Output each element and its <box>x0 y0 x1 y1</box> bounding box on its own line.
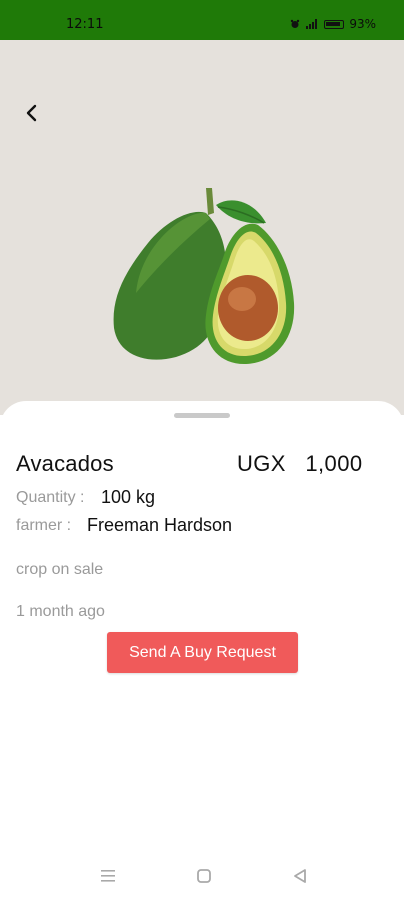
status-bar: 12:11 93% <box>0 0 404 40</box>
farmer-name: Freeman Hardson <box>87 515 233 535</box>
avocado-image <box>113 188 295 365</box>
quantity-value: 100 kg <box>101 487 156 507</box>
back-triangle-icon[interactable] <box>290 866 310 886</box>
send-buy-request-button[interactable]: Send A Buy Request <box>107 632 298 673</box>
posted-time: 1 month ago <box>16 603 105 620</box>
farmer-label: farmer : <box>16 517 72 534</box>
signal-icon <box>306 19 318 29</box>
product-name: Avacados <box>16 451 114 476</box>
system-nav-bar <box>0 860 404 900</box>
alarm-icon <box>291 19 300 28</box>
product-price: UGX 1,000 <box>237 451 363 476</box>
quantity-label: Quantity : <box>16 489 85 506</box>
status-icons: 93% <box>290 17 376 31</box>
back-button[interactable] <box>20 101 44 125</box>
product-description: crop on sale <box>16 561 104 578</box>
menu-icon[interactable] <box>98 866 118 886</box>
product-hero <box>0 40 404 415</box>
details-sheet: Avacados UGX 1,000 Quantity : 100 kg far… <box>0 401 404 900</box>
home-square-icon[interactable] <box>194 866 214 886</box>
status-time: 12:11 <box>66 17 104 32</box>
battery-icon <box>324 19 345 29</box>
chevron-left-icon <box>26 104 37 122</box>
sheet-drag-handle[interactable] <box>174 413 230 418</box>
battery-percent: 93% <box>349 17 376 31</box>
